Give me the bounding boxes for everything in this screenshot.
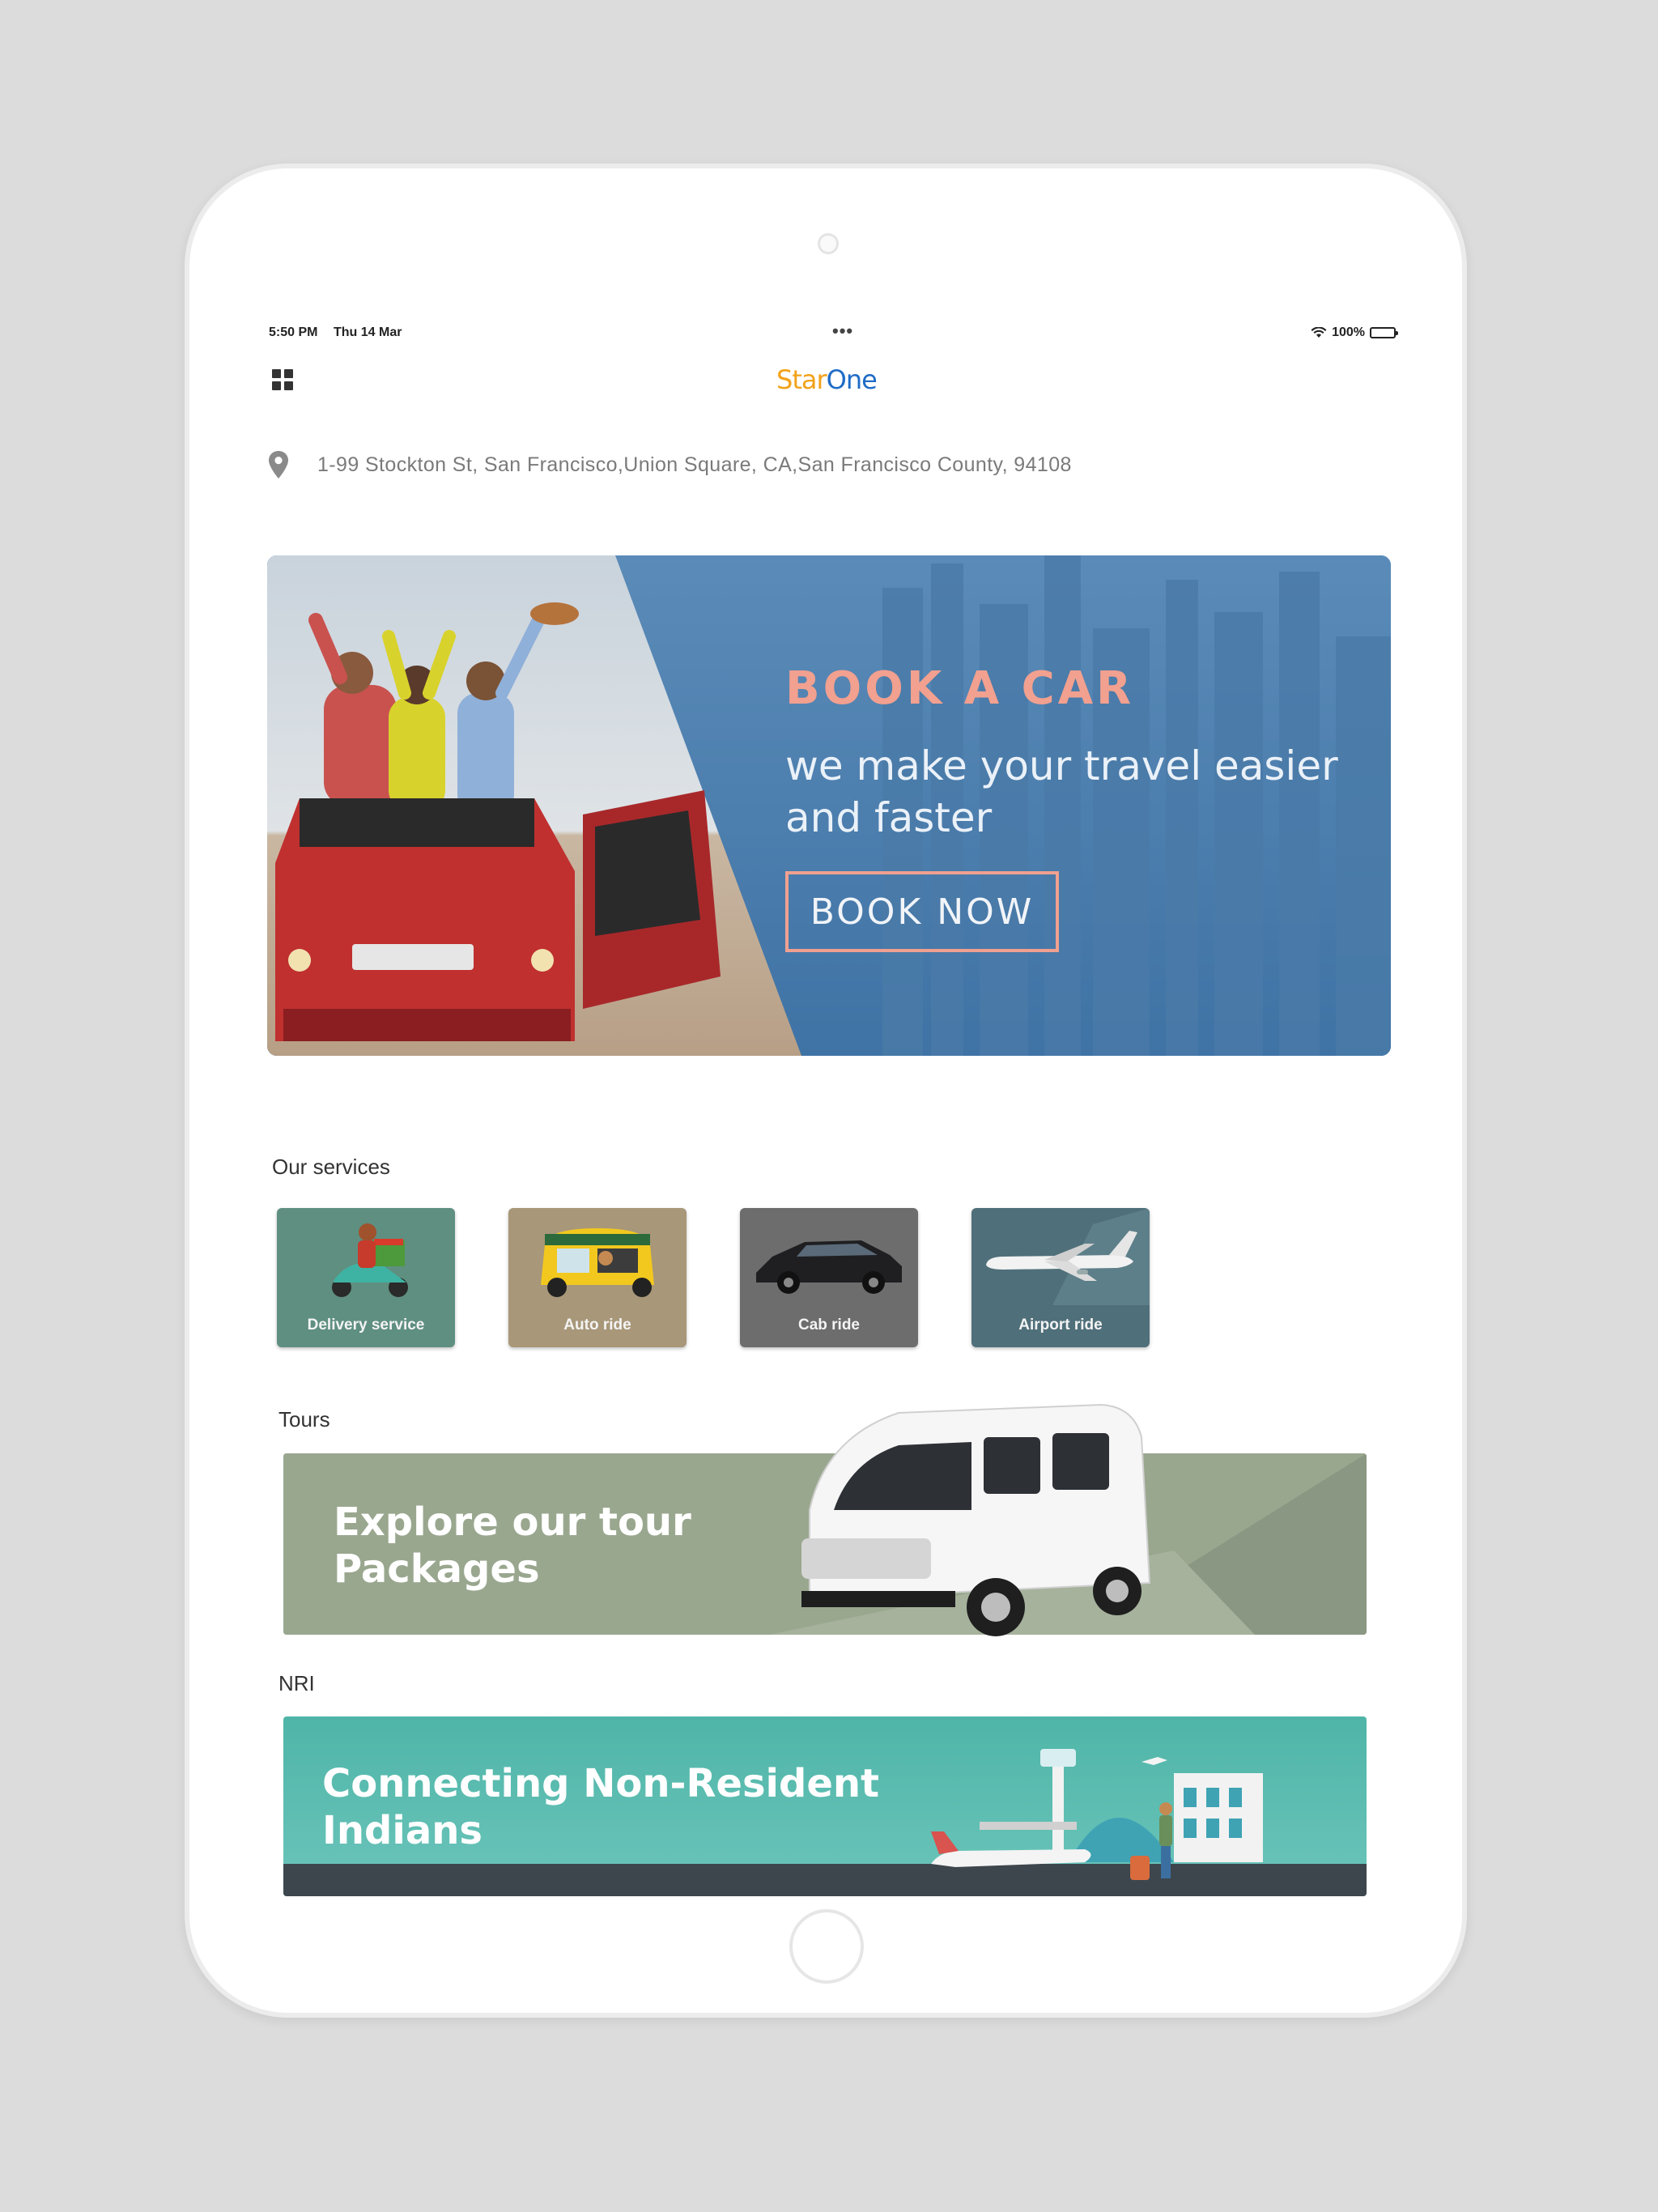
van-icon (801, 1403, 1151, 1636)
book-car-banner[interactable]: BOOK A CAR we make your travel easier an… (267, 555, 1391, 1056)
status-indicators: 100% (1311, 325, 1398, 340)
app-screen: 5:50 PM Thu 14 Mar ••• 100% StarOne 1-99… (253, 308, 1404, 1896)
service-label: Auto ride (563, 1317, 631, 1334)
service-auto[interactable]: Auto ride (508, 1208, 687, 1347)
status-time: 5:50 PM (269, 325, 318, 339)
service-delivery[interactable]: Delivery service (277, 1208, 455, 1347)
service-label: Airport ride (1018, 1317, 1103, 1334)
menu-grid-icon[interactable] (272, 369, 293, 390)
tour-packages-banner[interactable]: Explore our tour Packages (283, 1403, 1367, 1636)
nri-section-title: NRI (278, 1671, 315, 1695)
car-icon (756, 1240, 902, 1294)
status-date: Thu 14 Mar (334, 325, 402, 339)
app-logo: StarOne (776, 364, 878, 395)
location-pin-icon (269, 451, 288, 479)
book-now-button[interactable]: BOOK NOW (785, 871, 1059, 952)
tours-section-title: Tours (278, 1407, 330, 1431)
hero-subtitle: we make your travel easier and faster (785, 742, 1338, 841)
service-label: Cab ride (797, 1317, 861, 1334)
hero-heading: BOOK A CAR (785, 662, 1135, 715)
service-label: Delivery service (307, 1317, 425, 1334)
service-airport[interactable]: Airport ride (971, 1208, 1150, 1347)
logo-one: One (826, 364, 878, 395)
airport-illustration-icon (931, 1749, 1263, 1880)
service-cab[interactable]: Cab ride (740, 1208, 918, 1347)
services-section-title: Our services (272, 1155, 390, 1179)
multitasking-dots[interactable]: ••• (832, 321, 853, 342)
wifi-icon (1311, 327, 1327, 338)
front-camera (818, 233, 839, 254)
home-button[interactable] (789, 1909, 864, 1984)
nri-banner[interactable]: Connecting Non-Resident Indians (283, 1716, 1367, 1896)
auto-rickshaw-icon (541, 1228, 654, 1297)
logo-star: Star (776, 364, 827, 395)
scooter-icon (332, 1223, 408, 1297)
airplane-icon (986, 1208, 1150, 1305)
battery-percentage: 100% (1332, 325, 1365, 339)
current-address[interactable]: 1-99 Stockton St, San Francisco,Union Sq… (317, 453, 1072, 477)
status-bar: 5:50 PM Thu 14 Mar ••• 100% (269, 321, 1402, 345)
battery-icon (1370, 327, 1398, 338)
nri-banner-text: Connecting Non-Resident Indians (322, 1761, 880, 1853)
tours-banner-text: Explore our tour Packages (334, 1499, 691, 1592)
